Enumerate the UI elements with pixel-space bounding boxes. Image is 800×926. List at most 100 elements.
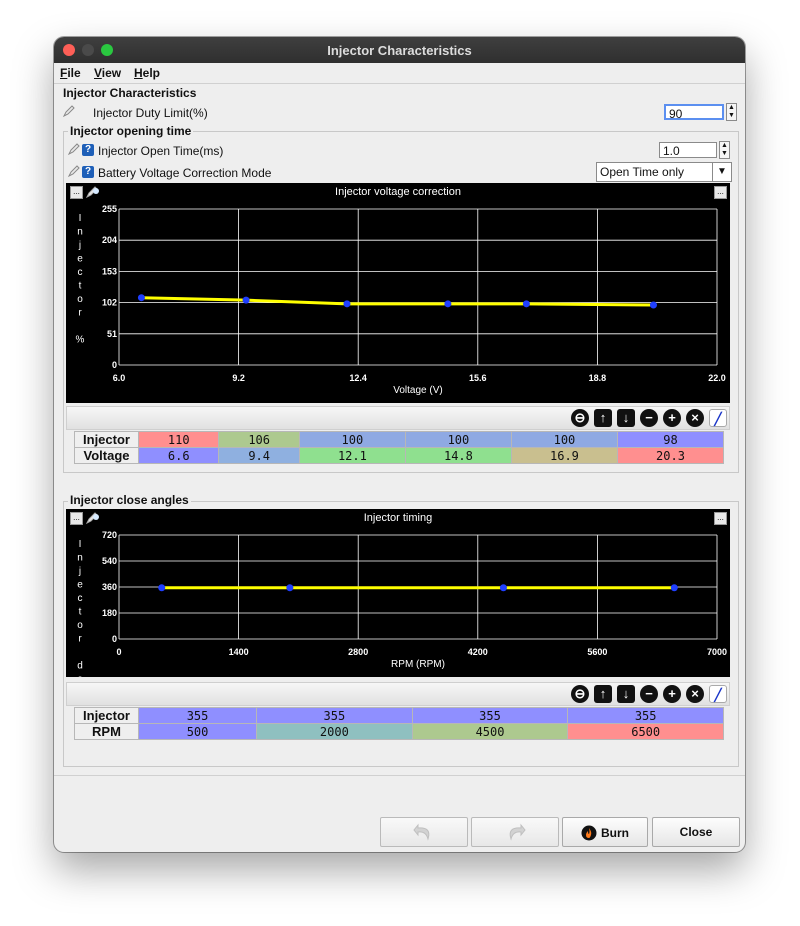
table-cell[interactable]: 500: [137, 723, 258, 740]
voltage-table: Injector 110 106 100 100 100 98 Voltage 6.6 9.4 12…: [74, 431, 725, 464]
close-button[interactable]: Close: [652, 817, 740, 847]
table-cell[interactable]: 4500: [411, 723, 569, 740]
row-header: Injector: [74, 431, 139, 448]
data-point: [649, 301, 657, 309]
y-tick-label: 153: [102, 266, 117, 276]
edit-pencil-icon[interactable]: [67, 164, 81, 178]
y-tick-label: 180: [102, 608, 117, 618]
table-cell[interactable]: 6500: [567, 723, 724, 740]
redo-button[interactable]: [471, 817, 559, 847]
y-axis-label-char: r: [78, 634, 82, 645]
y-tick-label: 540: [102, 556, 117, 566]
minus-icon[interactable]: −: [640, 409, 658, 427]
timing-table: Injector 355 355 355 355 RPM 500 2000 4500 6500: [74, 707, 724, 740]
x-tick-label: 5600: [587, 647, 607, 657]
table-cell[interactable]: 355: [256, 707, 413, 724]
edit-pencil-icon[interactable]: [62, 104, 76, 118]
menu-view[interactable]: View: [94, 66, 121, 80]
minus-icon[interactable]: −: [640, 685, 658, 703]
table-cell[interactable]: 355: [411, 707, 569, 724]
y-tick-label: 0: [112, 634, 117, 644]
duty-limit-spinner[interactable]: ▲ ▼: [726, 103, 737, 121]
table-cell[interactable]: 100: [298, 431, 406, 448]
chevron-down-icon[interactable]: ▼: [712, 163, 731, 181]
y-tick-label: 360: [102, 582, 117, 592]
plus-icon[interactable]: +: [663, 409, 681, 427]
arrow-up-icon[interactable]: ↑: [594, 409, 612, 427]
y-axis-label-char: d: [77, 661, 83, 672]
table-cell[interactable]: 14.8: [404, 447, 512, 464]
edit-pencil-icon[interactable]: [67, 142, 81, 156]
menu-file[interactable]: File: [60, 66, 81, 80]
table-cell[interactable]: 106: [218, 431, 300, 448]
y-tick-label: 720: [102, 530, 117, 540]
burn-button[interactable]: Burn: [562, 817, 648, 847]
x-tick-label: 4200: [468, 647, 488, 657]
y-axis-label-char: o: [77, 294, 83, 305]
data-point: [499, 584, 507, 592]
x-tick-label: 2800: [348, 647, 368, 657]
pen-icon[interactable]: ╱: [709, 409, 727, 427]
y-tick-label: 204: [102, 235, 117, 245]
table-cell[interactable]: 12.1: [298, 447, 406, 464]
y-axis-label-char: e: [77, 674, 83, 677]
plus-icon[interactable]: +: [663, 685, 681, 703]
table-cell[interactable]: 355: [567, 707, 724, 724]
y-axis-label-char: e: [77, 254, 83, 265]
minus-row-icon[interactable]: ⊖: [571, 409, 589, 427]
voltage-chart: Injector voltage correction ... ... 6.0 9…: [66, 183, 730, 403]
battery-mode-label: Battery Voltage Correction Mode: [98, 166, 272, 180]
clear-icon[interactable]: ×: [686, 409, 704, 427]
table-cell[interactable]: 355: [137, 707, 258, 724]
table-cell[interactable]: 98: [616, 431, 725, 448]
duty-limit-input[interactable]: 90: [664, 104, 724, 121]
table-cell[interactable]: 6.6: [137, 447, 220, 464]
opening-time-title: Injector opening time: [68, 124, 194, 138]
table-cell[interactable]: 20.3: [616, 447, 725, 464]
arrow-down-icon[interactable]: ↓: [617, 409, 635, 427]
row-header: Injector: [74, 707, 139, 724]
table-cell[interactable]: 100: [510, 431, 618, 448]
table-row: RPM 500 2000 4500 6500: [74, 723, 724, 740]
app-window: Injector Characteristics File View Help …: [54, 37, 745, 852]
y-axis-label-char: e: [77, 580, 83, 591]
x-axis-label: RPM (RPM): [391, 659, 445, 670]
open-time-spinner[interactable]: ▲ ▼: [719, 141, 730, 159]
open-time-label: Injector Open Time(ms): [98, 144, 224, 158]
table-row: Injector 110 106 100 100 100 98: [74, 431, 725, 448]
arrow-up-icon[interactable]: ↑: [594, 685, 612, 703]
y-axis-label-char: r: [78, 308, 82, 319]
data-point: [444, 300, 452, 308]
table-cell[interactable]: 110: [137, 431, 220, 448]
y-axis-label-char: n: [77, 553, 83, 564]
table-cell[interactable]: 9.4: [218, 447, 300, 464]
close-angles-title: Injector close angles: [68, 493, 191, 507]
y-axis-label-char: n: [77, 227, 83, 238]
open-time-input[interactable]: 1.0: [659, 142, 717, 158]
status-bar: [54, 775, 745, 812]
data-point: [242, 296, 250, 304]
x-tick-label: 18.8: [589, 373, 607, 383]
arrow-down-icon[interactable]: ↓: [617, 685, 635, 703]
window-title: Injector Characteristics: [327, 43, 472, 58]
table-cell[interactable]: 16.9: [510, 447, 618, 464]
table-cell[interactable]: 100: [404, 431, 512, 448]
battery-mode-select[interactable]: Open Time only ▼: [596, 162, 732, 182]
menu-help[interactable]: Help: [134, 66, 160, 80]
help-icon[interactable]: ?: [82, 166, 94, 178]
title-bar: Injector Characteristics: [54, 37, 745, 63]
undo-icon: [413, 823, 430, 841]
table-cell[interactable]: 2000: [256, 723, 413, 740]
undo-button[interactable]: [380, 817, 468, 847]
series-line: [141, 296, 654, 307]
y-axis-label-char: c: [78, 267, 83, 278]
data-point: [670, 584, 678, 592]
minus-row-icon[interactable]: ⊖: [571, 685, 589, 703]
clear-icon[interactable]: ×: [686, 685, 704, 703]
redo-icon: [509, 823, 526, 841]
y-tick-label: 102: [102, 298, 117, 308]
pen-icon[interactable]: ╱: [709, 685, 727, 703]
help-icon[interactable]: ?: [82, 144, 94, 156]
battery-mode-value: Open Time only: [600, 165, 685, 179]
voltage-chart-plot: 6.0 9.2 12.4 15.6 18.8 22.0 0 51 102 153 204 255 Inj…: [76, 204, 726, 396]
